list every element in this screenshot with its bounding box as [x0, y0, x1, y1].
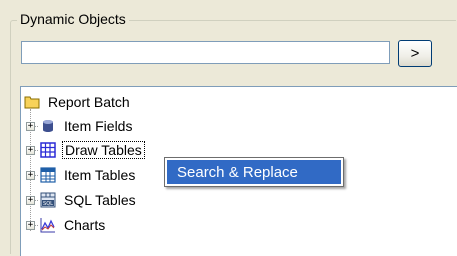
- tree-node-item-fields[interactable]: Item Fields: [40, 116, 134, 136]
- item-table-icon: [40, 167, 56, 183]
- context-menu: Search & Replace: [164, 157, 344, 187]
- grid-table-icon: [40, 142, 56, 158]
- svg-text:SQL: SQL: [43, 201, 53, 207]
- tree-node-label: Charts: [64, 217, 106, 233]
- chart-icon: [40, 217, 56, 233]
- tree-node-label: Item Tables: [64, 167, 136, 183]
- folder-icon: [24, 94, 40, 110]
- expand-icon[interactable]: +: [26, 196, 35, 205]
- expand-icon[interactable]: +: [26, 171, 35, 180]
- menu-item-search-replace[interactable]: Search & Replace: [167, 160, 341, 184]
- group-title: Dynamic Objects: [17, 11, 129, 27]
- tree-node-report-batch[interactable]: Report Batch: [24, 92, 132, 112]
- expand-icon[interactable]: +: [26, 122, 35, 131]
- tree-node-label: Report Batch: [48, 94, 130, 110]
- go-button[interactable]: >: [398, 40, 432, 67]
- tree-node-label: Item Fields: [64, 118, 133, 134]
- tree-node-sql-tables[interactable]: SQL SQL Tables: [40, 190, 138, 210]
- tree-node-draw-tables[interactable]: Draw Tables: [40, 140, 145, 160]
- search-input[interactable]: [21, 41, 390, 64]
- database-icon: [40, 118, 56, 134]
- expand-icon[interactable]: +: [26, 221, 35, 230]
- tree-node-item-tables[interactable]: Item Tables: [40, 165, 137, 185]
- expand-icon[interactable]: +: [26, 146, 35, 155]
- tree-node-label-selected: Draw Tables: [62, 141, 145, 159]
- tree-node-label: SQL Tables: [64, 192, 136, 208]
- tree-node-charts[interactable]: Charts: [40, 215, 107, 235]
- go-button-label: >: [410, 45, 420, 62]
- sql-table-icon: SQL: [40, 192, 56, 208]
